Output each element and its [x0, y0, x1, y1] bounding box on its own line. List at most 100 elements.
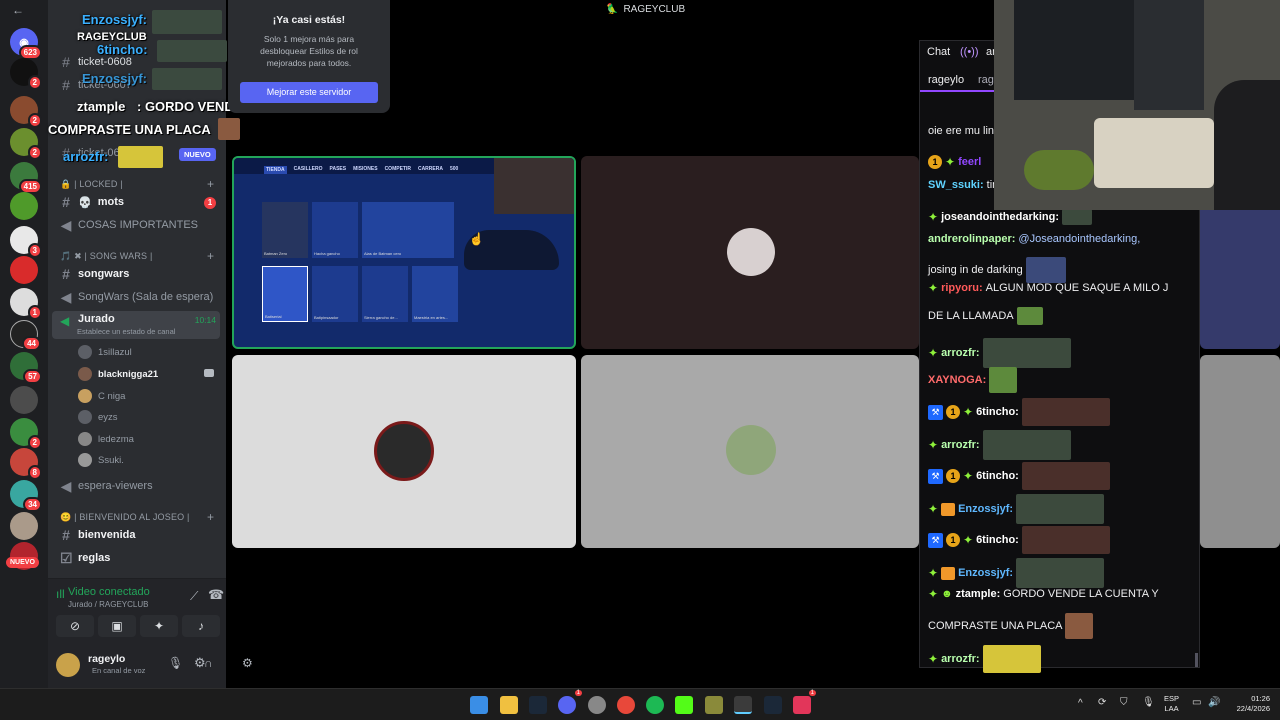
clock[interactable]: 01:26 22/4/2026	[1228, 694, 1270, 714]
chat-scrollbar[interactable]	[1195, 653, 1198, 667]
server-icon[interactable]: 44	[10, 320, 41, 351]
channel-cosas-importantes[interactable]: ◀ COSAS IMPORTANTES	[60, 216, 198, 234]
participant-tile[interactable]	[232, 355, 576, 548]
file-explorer-icon[interactable]	[500, 696, 518, 714]
chat-message: ✦ ripyoru: ALGUN MOD QUE SAQUE A MILO J	[928, 281, 1168, 295]
chat-username[interactable]: joseandointhedarking:	[941, 211, 1059, 223]
add-channel-icon[interactable]: +	[207, 510, 214, 524]
voice-user[interactable]: 1sillazul	[78, 343, 132, 361]
server-icon[interactable]: 1	[10, 288, 42, 320]
voice-user[interactable]: eyzs	[78, 408, 118, 426]
chat-username[interactable]: 6tincho:	[976, 406, 1019, 418]
chat-username[interactable]: ztample:	[956, 588, 1001, 600]
chat-username[interactable]: 6tincho:	[976, 470, 1019, 482]
category-locked[interactable]: 🔒 | LOCKED |	[60, 179, 123, 190]
noise-suppression-icon[interactable]: ⟋	[190, 589, 198, 604]
settings-gear-icon[interactable]: ⚙	[242, 656, 253, 670]
volume-icon[interactable]: 🔊	[1208, 697, 1220, 708]
camera-toggle-button[interactable]: ⊘	[56, 615, 94, 637]
back-button[interactable]: ←	[12, 3, 24, 17]
server-icon[interactable]: 2	[10, 96, 42, 128]
network-icon[interactable]: ▭	[1192, 697, 1201, 708]
chat-username[interactable]: SW_ssuki:	[928, 179, 984, 191]
channel-status[interactable]: Establece un estado de canal	[77, 327, 175, 336]
chat-username[interactable]: arrozfr:	[941, 347, 980, 359]
add-channel-icon[interactable]: +	[207, 249, 214, 263]
avatar[interactable]	[56, 653, 80, 677]
chat-tab[interactable]: Chat	[927, 46, 950, 58]
discord-icon[interactable]: 1	[558, 690, 582, 714]
overlay-username: arrozfr:	[63, 149, 109, 164]
server-icon[interactable]	[10, 256, 38, 284]
chat-username[interactable]: XAYNOGA:	[928, 374, 986, 386]
voice-user[interactable]: Ssuki.	[78, 451, 124, 469]
overlay-username: 6tincho:	[97, 42, 148, 57]
activities-button[interactable]: ✦	[140, 615, 178, 637]
chat-username[interactable]: feerl	[958, 156, 981, 168]
participant-tile[interactable]	[1200, 355, 1280, 548]
share-screen-button[interactable]: ▣	[98, 615, 136, 637]
chat-username[interactable]: Enzossjyf:	[958, 567, 1013, 579]
server-icon[interactable]: 415	[10, 162, 42, 194]
disconnect-icon[interactable]: ☎	[208, 587, 224, 603]
steam-icon[interactable]	[529, 696, 547, 714]
start-menu-icon[interactable]	[470, 696, 488, 714]
boost-server-button[interactable]: Mejorar este servidor	[240, 82, 378, 103]
chat-username[interactable]: arrozfr:	[941, 653, 980, 665]
add-channel-icon[interactable]: +	[207, 177, 214, 191]
spotify-icon[interactable]	[646, 696, 664, 714]
voice-status[interactable]: Video conectado	[68, 586, 150, 598]
settings-gear-icon[interactable]: ⚙	[194, 655, 206, 671]
channel-songwars[interactable]: # songwars	[60, 265, 129, 283]
channel-bienvenida[interactable]: # bienvenida	[60, 526, 135, 544]
server-icon[interactable]	[10, 192, 38, 220]
category-bienvenida[interactable]: 😊 | BIENVENIDO AL JOSEO |	[60, 512, 190, 523]
microphone-icon[interactable]: 🎙	[168, 656, 183, 670]
chrome-icon[interactable]	[617, 696, 635, 714]
server-icon[interactable]: 2	[10, 58, 42, 90]
server-icon[interactable]	[10, 512, 38, 540]
chat-username[interactable]: arrozfr:	[941, 439, 980, 451]
voice-user[interactable]: ledezma	[78, 430, 134, 448]
app-icon[interactable]	[588, 696, 606, 714]
server-icon[interactable]: 2	[10, 128, 42, 160]
channel-reglas[interactable]: ☑ reglas	[60, 549, 110, 567]
server-icon[interactable]: 3	[10, 226, 42, 258]
chevron-up-icon[interactable]: ^	[1078, 698, 1083, 709]
microphone-icon[interactable]: 🎙	[1142, 697, 1155, 708]
channel-jurado-active[interactable]: ◀ Jurado Establece un estado de canal 10…	[52, 311, 220, 339]
app-icon[interactable]	[705, 696, 723, 714]
app-icon-active[interactable]	[734, 696, 752, 714]
participant-tile[interactable]	[581, 355, 919, 548]
channel-espera-viewers[interactable]: ◀ espera-viewers	[60, 477, 153, 495]
soundboard-button[interactable]: ♪	[182, 615, 220, 637]
server-icon[interactable]: 2	[10, 418, 42, 450]
language-indicator[interactable]: ESP LAA	[1164, 694, 1179, 714]
home-discord-icon[interactable]: ◉ 623	[10, 28, 42, 60]
chat-username[interactable]: andrerolinpaper:	[928, 233, 1015, 245]
participant-tile[interactable]	[581, 156, 919, 349]
chat-username[interactable]: Enzossjyf:	[958, 503, 1013, 515]
voice-user[interactable]: blacknigga21	[78, 365, 158, 383]
app-icon[interactable]: 1	[793, 690, 816, 714]
username[interactable]: rageylo	[88, 653, 125, 665]
shield-icon[interactable]: ⛉	[1120, 697, 1128, 708]
tray-icon[interactable]: ⟳	[1098, 697, 1106, 708]
server-icon[interactable]: 57	[10, 352, 42, 384]
chat-username[interactable]: ripyoru:	[941, 282, 983, 294]
screen-share-tile[interactable]: TIENDA CASILLERO PASES MISIONES COMPETIR…	[232, 156, 576, 349]
channel-mots[interactable]: # 💀 mots	[60, 193, 124, 211]
category-song-wars[interactable]: 🎵 ✖ | SONG WARS |	[60, 251, 153, 262]
steam-icon[interactable]	[764, 696, 782, 714]
server-icon[interactable]: 34	[10, 480, 42, 512]
server-icon[interactable]: 8	[10, 448, 42, 480]
channel-songwars-wait[interactable]: ◀ SongWars (Sala de espera)	[60, 288, 214, 306]
gift-box-icon	[941, 566, 956, 580]
voice-channel-path[interactable]: Jurado / RAGEYCLUB	[68, 600, 148, 609]
chat-username[interactable]: 6tincho:	[976, 534, 1019, 546]
overlay-emote	[218, 118, 240, 140]
voice-user[interactable]: C niga	[78, 387, 125, 405]
server-icon[interactable]	[10, 386, 38, 414]
chat-text: COMPRASTE UNA PLACA	[928, 620, 1063, 632]
kick-icon[interactable]	[675, 696, 693, 714]
